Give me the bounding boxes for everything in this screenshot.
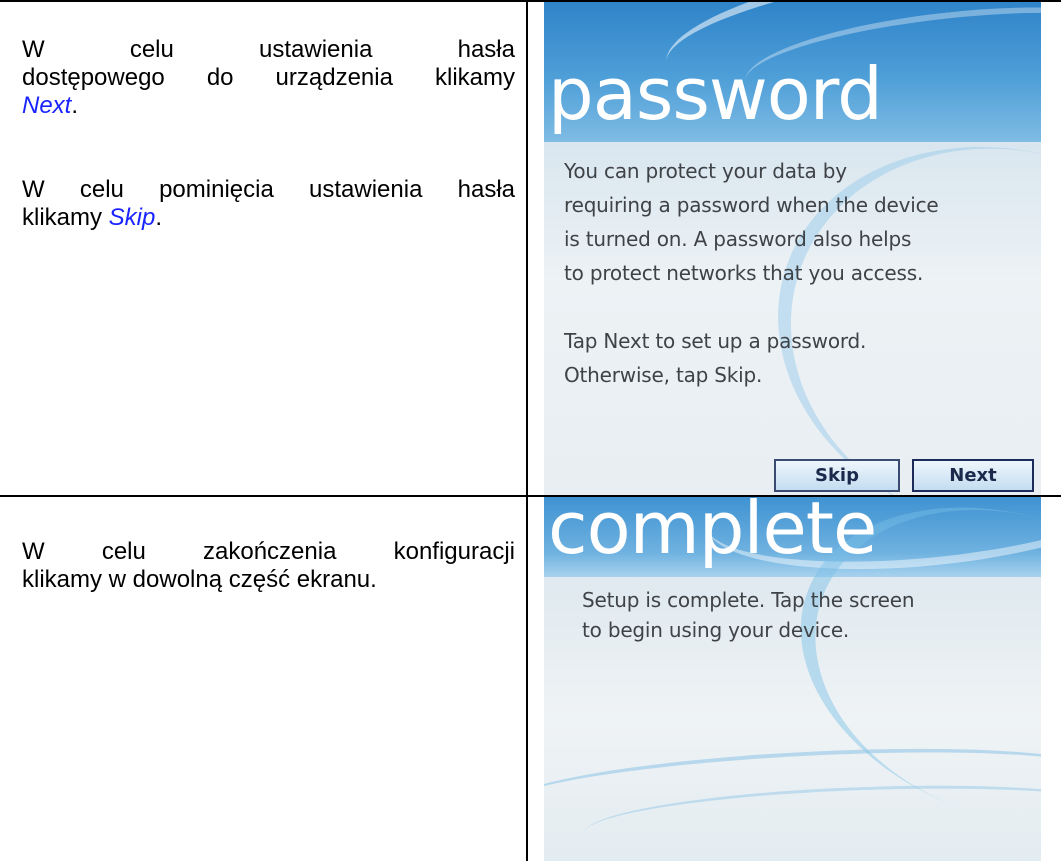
body-line: Otherwise, tap Skip. — [564, 363, 763, 387]
instruction-line-2-text: dostępowego do urządzenia klikamy — [22, 64, 515, 91]
skip-prefix: klikamy — [22, 204, 109, 231]
word: ustawienia — [259, 36, 373, 63]
body-spacer — [564, 290, 1034, 324]
word: W — [22, 36, 45, 63]
instruction-complete-line1: W celu zakończenia konfiguracji — [22, 538, 515, 565]
instruction-paragraph-skip-line1: W celu pominięcia ustawienia hasła — [22, 176, 515, 203]
period: . — [71, 92, 79, 119]
body-line: is turned on. A password also helps — [564, 227, 912, 251]
skip-button[interactable]: Skip — [774, 459, 900, 492]
screen-title: password — [548, 52, 883, 136]
body-line: You can protect your data by — [564, 159, 847, 183]
body-line: Tap Next to set up a password. — [564, 329, 867, 353]
screen-body-text: You can protect your data by requiring a… — [564, 154, 1034, 392]
table-column-divider — [526, 0, 528, 861]
screen-body-text: Setup is complete. Tap the screen to beg… — [582, 585, 1032, 645]
word: celu — [129, 36, 174, 63]
body-line: requiring a password when the device — [564, 193, 939, 217]
period: . — [155, 204, 163, 231]
word: hasła — [457, 36, 515, 63]
next-button[interactable]: Next — [912, 459, 1034, 492]
body-line: to begin using your device. — [582, 618, 850, 642]
skip-link-text: Skip — [108, 204, 156, 231]
instruction-paragraph-next: Wcelu ustawienia hasła — [22, 36, 515, 64]
complete-screen[interactable]: complete Setup is complete. Tap the scre… — [544, 497, 1041, 861]
next-link-text: Next — [22, 92, 72, 119]
instruction-complete-line2: klikamy w dowolną część ekranu. — [22, 566, 377, 593]
justified-line: Wcelu ustawienia hasła — [22, 36, 515, 64]
password-screen[interactable]: password You can protect your data by re… — [544, 2, 1041, 495]
instruction-paragraph-skip-line2: klikamy Skip. — [22, 204, 515, 232]
instruction-line-3: Next. — [22, 92, 515, 120]
screen-title: complete — [548, 497, 877, 570]
body-line: to protect networks that you access. — [564, 261, 924, 285]
body-line: Setup is complete. Tap the screen — [582, 588, 915, 612]
